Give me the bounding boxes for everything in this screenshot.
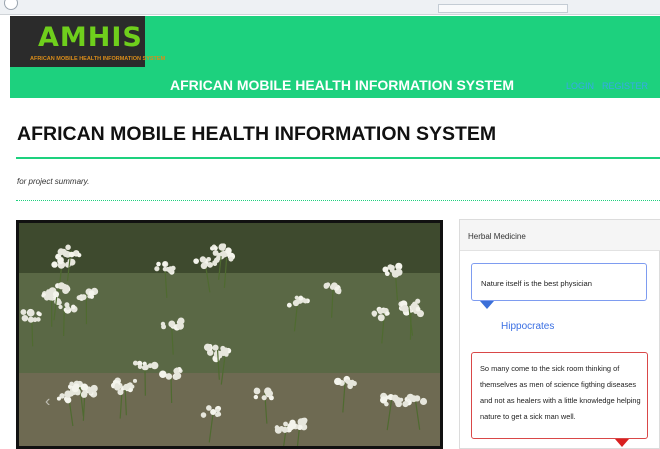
quote-author: Hippocrates — [501, 321, 555, 332]
dotted-divider — [16, 200, 660, 201]
page-title: AFRICAN MOBILE HEALTH INFORMATION SYSTEM — [17, 123, 497, 145]
logo-text: AMHIS — [38, 22, 143, 53]
site-header: AMHIS AFRICAN MOBILE HEALTH INFORMATION … — [10, 16, 660, 98]
herbal-medicine-panel: Herbal Medicine Nature itself is the bes… — [459, 219, 660, 449]
quote-arrow-red-icon — [615, 439, 629, 447]
logo[interactable]: AMHIS AFRICAN MOBILE HEALTH INFORMATION … — [10, 16, 165, 67]
image-carousel[interactable]: ‹ › — [16, 220, 443, 449]
yarrow-flowers-image — [19, 223, 440, 446]
carousel-prev-icon[interactable]: ‹ — [45, 393, 50, 411]
panel-title: Herbal Medicine — [468, 232, 526, 241]
quote-text-long: So many come to the sick room thinking o… — [480, 364, 641, 421]
browser-circle-icon — [4, 0, 18, 10]
carousel-next-icon[interactable]: › — [407, 393, 412, 411]
panel-header: Herbal Medicine — [460, 220, 660, 251]
header-title: AFRICAN MOBILE HEALTH INFORMATION SYSTEM — [170, 77, 515, 93]
quote-bubble: Nature itself is the best physician — [471, 263, 647, 301]
logo-tagline: AFRICAN MOBILE HEALTH INFORMATION SYSTEM — [30, 56, 166, 62]
browser-search-field[interactable] — [438, 4, 568, 13]
quote-bubble-red: So many come to the sick room thinking o… — [471, 352, 648, 439]
project-summary: for project summary. — [17, 177, 90, 186]
quote-text: Nature itself is the best physician — [481, 279, 593, 288]
browser-strip — [0, 0, 660, 15]
quote-arrow-icon — [480, 301, 494, 309]
title-divider — [16, 157, 660, 159]
register-link[interactable]: REGISTER — [602, 81, 648, 91]
login-link[interactable]: LOGIN — [566, 81, 594, 91]
